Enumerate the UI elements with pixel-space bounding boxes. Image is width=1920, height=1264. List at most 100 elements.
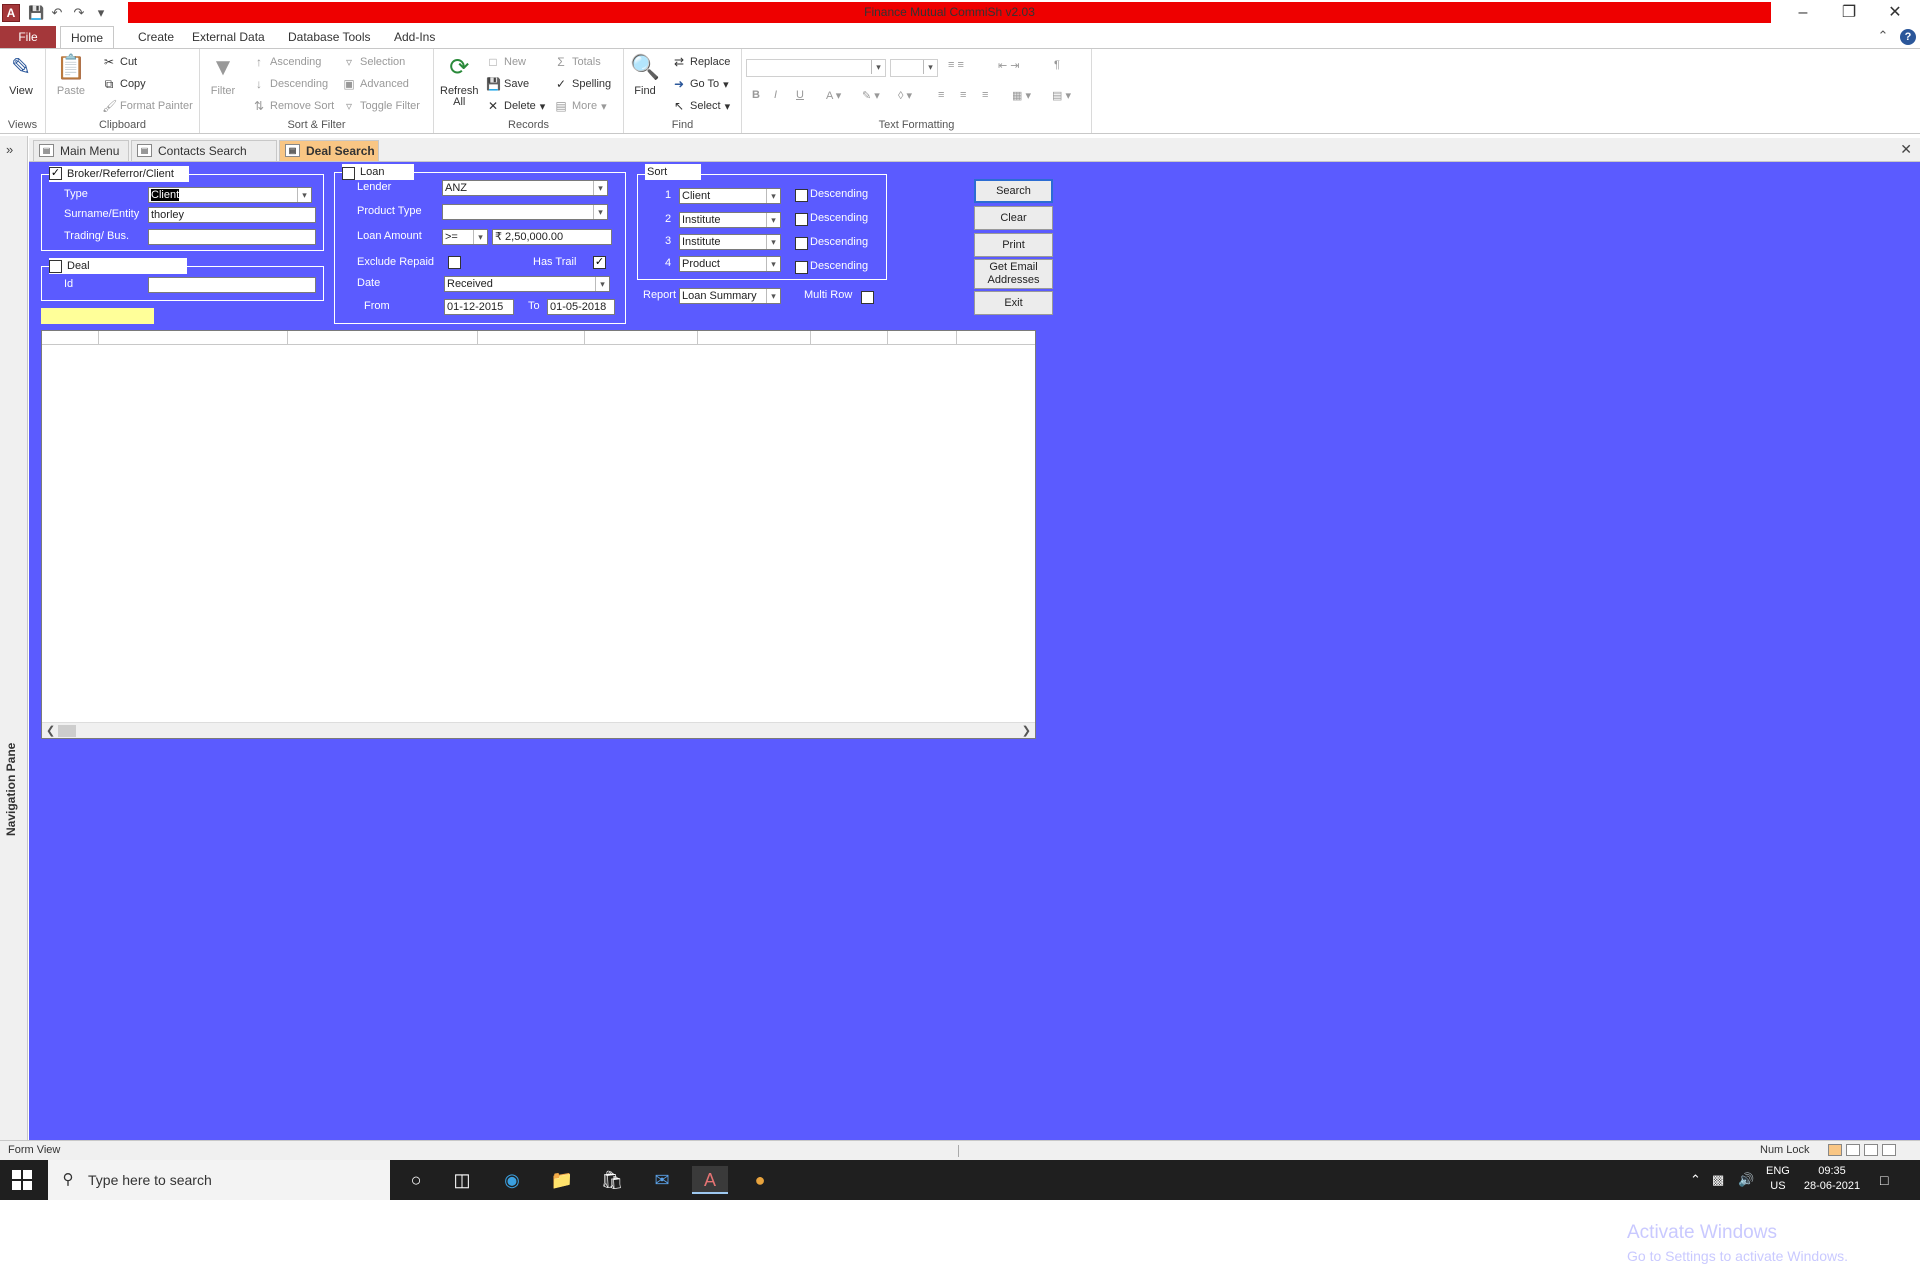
filter-button[interactable]: ▼ Filter — [208, 53, 238, 97]
type-select[interactable]: Client ▾ — [148, 187, 312, 203]
more-button[interactable]: ▤ More ▾ — [554, 99, 606, 113]
access-logo-icon[interactable]: A — [2, 4, 20, 22]
tab-add-ins[interactable]: Add-Ins — [384, 26, 445, 48]
select-button[interactable]: ↖ Select ▾ — [672, 99, 730, 113]
sort-1-descending-checkbox[interactable] — [795, 189, 808, 202]
font-size-select[interactable]: ▾ — [890, 59, 938, 77]
chevron-down-icon[interactable]: ▾ — [766, 189, 780, 203]
minimize-button[interactable]: – — [1780, 2, 1826, 24]
lender-select[interactable]: ANZ ▾ — [442, 180, 608, 196]
bold-icon[interactable]: B — [752, 89, 760, 101]
clock[interactable]: 09:35 28-06-2021 — [1800, 1164, 1864, 1204]
customize-qa-icon[interactable]: ▾ — [94, 6, 108, 20]
spelling-button[interactable]: ✓ Spelling — [554, 77, 611, 91]
windows-start-icon[interactable] — [12, 1170, 32, 1190]
chevron-down-icon[interactable]: ▾ — [593, 181, 607, 195]
tray-overflow-icon[interactable]: ⌃ — [1690, 1160, 1701, 1200]
task-view-icon[interactable]: ◫ — [444, 1166, 480, 1194]
grid-column-divider[interactable] — [287, 331, 288, 345]
edge-icon[interactable]: ◉ — [494, 1166, 530, 1194]
grid-column-divider[interactable] — [98, 331, 99, 345]
delete-record-button[interactable]: ✕ Delete ▾ — [486, 99, 545, 113]
sort-field-4-select[interactable]: Product ▾ — [679, 256, 781, 272]
save-icon[interactable]: 💾 — [28, 6, 44, 20]
sort-2-descending-checkbox[interactable] — [795, 213, 808, 226]
chevron-down-icon[interactable]: ▾ — [473, 230, 487, 244]
collapse-ribbon-icon[interactable]: ⌃ — [1876, 29, 1890, 43]
mail-icon[interactable]: ✉ — [644, 1166, 680, 1194]
gridlines-icon[interactable]: ▦ ▾ — [1012, 89, 1031, 102]
fill-color-icon[interactable]: ◊ ▾ — [898, 89, 912, 102]
report-select[interactable]: Loan Summary ▾ — [679, 288, 781, 304]
go-to-button[interactable]: ➜ Go To ▾ — [672, 77, 729, 91]
deal-id-field[interactable] — [148, 277, 316, 293]
cortana-icon[interactable]: ○ — [398, 1166, 434, 1194]
close-button[interactable]: ✕ — [1872, 2, 1918, 24]
font-color-icon[interactable]: A ▾ — [826, 89, 841, 102]
date-type-select[interactable]: Received ▾ — [444, 276, 610, 292]
scroll-thumb[interactable] — [58, 725, 76, 737]
selection-button[interactable]: ▿ Selection — [342, 55, 405, 69]
totals-button[interactable]: Σ Totals — [554, 55, 600, 69]
design-view-icon[interactable] — [1882, 1144, 1896, 1156]
chevron-down-icon[interactable]: ▾ — [593, 205, 607, 219]
grid-column-divider[interactable] — [887, 331, 888, 345]
undo-icon[interactable]: ↶ — [50, 6, 64, 20]
results-grid[interactable]: ❮ ❯ — [41, 330, 1036, 739]
align-right-icon[interactable]: ≡ — [982, 89, 988, 101]
grid-column-divider[interactable] — [477, 331, 478, 345]
language-indicator[interactable]: ENG US — [1766, 1164, 1790, 1204]
sort-field-2-select[interactable]: Institute ▾ — [679, 212, 781, 228]
grid-column-divider[interactable] — [810, 331, 811, 345]
file-explorer-icon[interactable]: 📁 — [544, 1166, 580, 1194]
save-record-button[interactable]: 💾 Save — [486, 77, 529, 91]
access-app-icon[interactable]: A — [692, 1166, 728, 1194]
grid-column-divider[interactable] — [697, 331, 698, 345]
chevron-down-icon[interactable]: ▾ — [766, 213, 780, 227]
notifications-icon[interactable]: □ — [1880, 1160, 1888, 1200]
copy-button[interactable]: ⧉ Copy — [102, 77, 146, 91]
chevron-down-icon[interactable]: ▾ — [766, 235, 780, 249]
grid-column-divider[interactable] — [584, 331, 585, 345]
horizontal-scrollbar[interactable]: ❮ ❯ — [42, 722, 1035, 738]
sort-field-1-select[interactable]: Client ▾ — [679, 188, 781, 204]
loan-amount-operator-select[interactable]: >= ▾ — [442, 229, 488, 245]
to-date-field[interactable]: 01-05-2018 — [547, 299, 615, 315]
network-icon[interactable]: ▩ — [1712, 1160, 1724, 1200]
bullets-icon[interactable]: ≡ ≡ — [948, 59, 964, 71]
toggle-filter-button[interactable]: ▿ Toggle Filter — [342, 99, 420, 113]
advanced-button[interactable]: ▣ Advanced — [342, 77, 409, 91]
new-record-button[interactable]: □ New — [486, 55, 526, 69]
restore-button[interactable]: ❐ — [1826, 2, 1872, 24]
tab-database-tools[interactable]: Database Tools — [278, 26, 381, 48]
tab-home[interactable]: Home — [60, 26, 115, 49]
highlight-icon[interactable]: ✎ ▾ — [862, 89, 880, 102]
chrome-icon[interactable]: ● — [742, 1166, 778, 1194]
doc-tab-contacts-search[interactable]: ▤ Contacts Search — [131, 140, 277, 161]
chevron-down-icon[interactable]: ▾ — [766, 257, 780, 271]
alternate-row-color-icon[interactable]: ▤ ▾ — [1052, 89, 1071, 102]
ascending-button[interactable]: ↑ Ascending — [252, 55, 321, 69]
has-trail-checkbox[interactable]: ✓ — [593, 256, 606, 269]
taskbar-search[interactable]: ⚲ Type here to search — [48, 1160, 390, 1200]
from-date-field[interactable]: 01-12-2015 — [444, 299, 514, 315]
expand-nav-icon[interactable]: » — [6, 142, 13, 157]
store-icon[interactable]: 🛍 — [594, 1166, 630, 1194]
loan-amount-field[interactable]: ₹ 2,50,000.00 — [492, 229, 612, 245]
print-button[interactable]: Print — [974, 233, 1053, 257]
align-left-icon[interactable]: ≡ — [938, 89, 944, 101]
align-center-icon[interactable]: ≡ — [960, 89, 966, 101]
datasheet-view-icon[interactable] — [1846, 1144, 1860, 1156]
italic-icon[interactable]: I — [774, 89, 777, 101]
trading-field[interactable] — [148, 229, 316, 245]
exit-button[interactable]: Exit — [974, 291, 1053, 315]
grid-column-divider[interactable] — [956, 331, 957, 345]
surname-field[interactable]: thorley — [148, 207, 316, 223]
scroll-right-icon[interactable]: ❯ — [1022, 723, 1031, 739]
navigation-pane[interactable]: » Navigation Pane — [0, 136, 28, 1140]
doc-tab-main-menu[interactable]: ▤ Main Menu — [33, 140, 129, 161]
multi-row-checkbox[interactable] — [861, 291, 874, 304]
scroll-left-icon[interactable]: ❮ — [46, 723, 55, 739]
chevron-down-icon[interactable]: ▾ — [297, 188, 311, 202]
sort-3-descending-checkbox[interactable] — [795, 237, 808, 250]
